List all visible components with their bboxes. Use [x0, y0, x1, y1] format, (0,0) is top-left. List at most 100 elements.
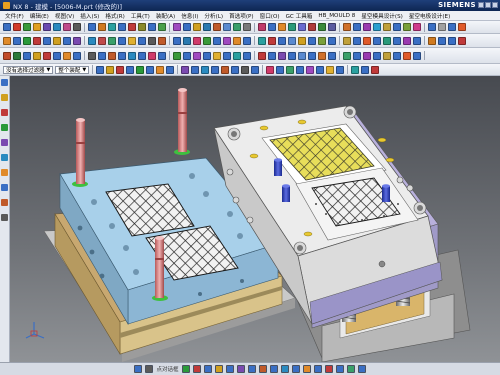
snap-point-icon-0[interactable] [134, 365, 143, 373]
selection-tool-icon-10[interactable] [201, 65, 210, 74]
selection-tool-icon-7[interactable] [166, 65, 175, 74]
selection-tool-icon-4[interactable] [136, 65, 145, 74]
mold-tool-icon-33[interactable] [353, 51, 361, 60]
snap-point-icon-2[interactable] [181, 365, 190, 373]
mold-tool-icon-17[interactable] [183, 51, 191, 60]
standard-tool-icon-20[interactable] [213, 23, 221, 31]
standard-tool-icon-37[interactable] [393, 23, 401, 31]
standard-tool-icon-18[interactable] [193, 23, 201, 31]
mold-tool-icon-27[interactable] [288, 51, 296, 60]
snap-point-icon-18[interactable] [357, 365, 366, 373]
mold-tool-icon-19[interactable] [203, 51, 211, 60]
mold-tool-icon-5[interactable] [53, 51, 61, 60]
snap-point-icon-11[interactable] [280, 365, 289, 373]
feature-tool-icon-33[interactable] [353, 36, 361, 45]
feature-tool-icon-1[interactable] [13, 36, 21, 45]
snap-point-icon-5[interactable] [214, 365, 223, 373]
feature-tool-icon-30[interactable] [318, 36, 326, 45]
feature-tool-icon-13[interactable] [138, 36, 146, 45]
standard-tool-icon-5[interactable] [53, 23, 61, 31]
selection-tool-icon-3[interactable] [126, 65, 135, 74]
part-navigator-icon[interactable] [1, 79, 8, 86]
mold-tool-icon-13[interactable] [138, 51, 146, 60]
feature-tool-icon-2[interactable] [23, 36, 31, 45]
snap-point-icon-10[interactable] [269, 365, 278, 373]
standard-tool-icon-40[interactable] [428, 23, 436, 31]
standard-tool-icon-31[interactable] [328, 23, 336, 31]
standard-tool-icon-17[interactable] [183, 23, 191, 31]
standard-tool-icon-10[interactable] [108, 23, 116, 31]
mold-tool-icon-6[interactable] [63, 51, 71, 60]
feature-tool-icon-6[interactable] [63, 36, 71, 45]
menu-item-11[interactable]: GC 工具箱 [283, 12, 316, 20]
feature-tool-icon-17[interactable] [183, 36, 191, 45]
standard-tool-icon-35[interactable] [373, 23, 381, 31]
feature-tool-icon-42[interactable] [448, 36, 456, 45]
standard-tool-icon-12[interactable] [128, 23, 136, 31]
mold-tool-icon-37[interactable] [393, 51, 401, 60]
standard-tool-icon-22[interactable] [233, 23, 241, 31]
mold-tool-icon-1[interactable] [13, 51, 21, 60]
selection-tool-icon-25[interactable] [361, 65, 370, 74]
feature-tool-icon-5[interactable] [53, 36, 61, 45]
standard-tool-icon-29[interactable] [308, 23, 316, 31]
standard-tool-icon-26[interactable] [278, 23, 286, 31]
mold-tool-icon-32[interactable] [343, 51, 351, 60]
scope-filter-select[interactable]: 整个装配 ▼ [55, 65, 90, 74]
process-studio-icon[interactable] [1, 199, 8, 206]
assembly-navigator-icon[interactable] [1, 94, 8, 101]
mold-tool-icon-36[interactable] [383, 51, 391, 60]
feature-tool-icon-29[interactable] [308, 36, 316, 45]
selection-tool-icon-19[interactable] [296, 65, 305, 74]
standard-tool-icon-14[interactable] [148, 23, 156, 31]
history-icon[interactable] [1, 139, 8, 146]
menu-item-5[interactable]: 工具(T) [128, 12, 153, 20]
selection-tool-icon-26[interactable] [371, 65, 380, 74]
standard-tool-icon-41[interactable] [438, 23, 446, 31]
feature-tool-icon-21[interactable] [223, 36, 231, 45]
mold-tool-icon-35[interactable] [373, 51, 381, 60]
snap-point-icon-7[interactable] [236, 365, 245, 373]
minimize-button[interactable] [478, 2, 484, 8]
selection-tool-icon-5[interactable] [146, 65, 155, 74]
maximize-button[interactable] [485, 2, 491, 8]
feature-tool-icon-37[interactable] [393, 36, 401, 45]
standard-tool-icon-21[interactable] [223, 23, 231, 31]
selection-tool-icon-14[interactable] [241, 65, 250, 74]
web-browser-icon[interactable] [1, 184, 8, 191]
feature-tool-icon-31[interactable] [328, 36, 336, 45]
mold-tool-icon-0[interactable] [3, 51, 11, 60]
feature-tool-icon-39[interactable] [413, 36, 421, 45]
snap-point-icon-6[interactable] [225, 365, 234, 373]
mold-tool-icon-16[interactable] [173, 51, 181, 60]
standard-tool-icon-32[interactable] [343, 23, 351, 31]
menu-item-9[interactable]: 首选项(P) [226, 12, 257, 20]
selection-tool-icon-0[interactable] [96, 65, 105, 74]
standard-tool-icon-6[interactable] [63, 23, 71, 31]
feature-tool-icon-36[interactable] [383, 36, 391, 45]
standard-tool-icon-4[interactable] [43, 23, 51, 31]
mold-tool-icon-38[interactable] [403, 51, 411, 60]
feature-tool-icon-16[interactable] [173, 36, 181, 45]
mold-tool-icon-3[interactable] [33, 51, 41, 60]
selection-tool-icon-9[interactable] [191, 65, 200, 74]
feature-tool-icon-4[interactable] [43, 36, 51, 45]
feature-tool-icon-15[interactable] [158, 36, 166, 45]
selection-tool-icon-17[interactable] [276, 65, 285, 74]
standard-tool-icon-30[interactable] [318, 23, 326, 31]
feature-tool-icon-0[interactable] [3, 36, 11, 45]
standard-tool-icon-0[interactable] [3, 23, 11, 31]
standard-tool-icon-8[interactable] [88, 23, 96, 31]
snap-point-icon-17[interactable] [346, 365, 355, 373]
feature-tool-icon-19[interactable] [203, 36, 211, 45]
selection-tool-icon-15[interactable] [251, 65, 260, 74]
standard-tool-icon-25[interactable] [268, 23, 276, 31]
standard-tool-icon-1[interactable] [13, 23, 21, 31]
mold-tool-icon-24[interactable] [258, 51, 266, 60]
menu-item-1[interactable]: 编辑(E) [27, 12, 52, 20]
mold-tool-icon-12[interactable] [128, 51, 136, 60]
mold-tool-icon-15[interactable] [158, 51, 166, 60]
selection-tool-icon-18[interactable] [286, 65, 295, 74]
close-button[interactable] [492, 2, 498, 8]
mold-tool-icon-21[interactable] [223, 51, 231, 60]
